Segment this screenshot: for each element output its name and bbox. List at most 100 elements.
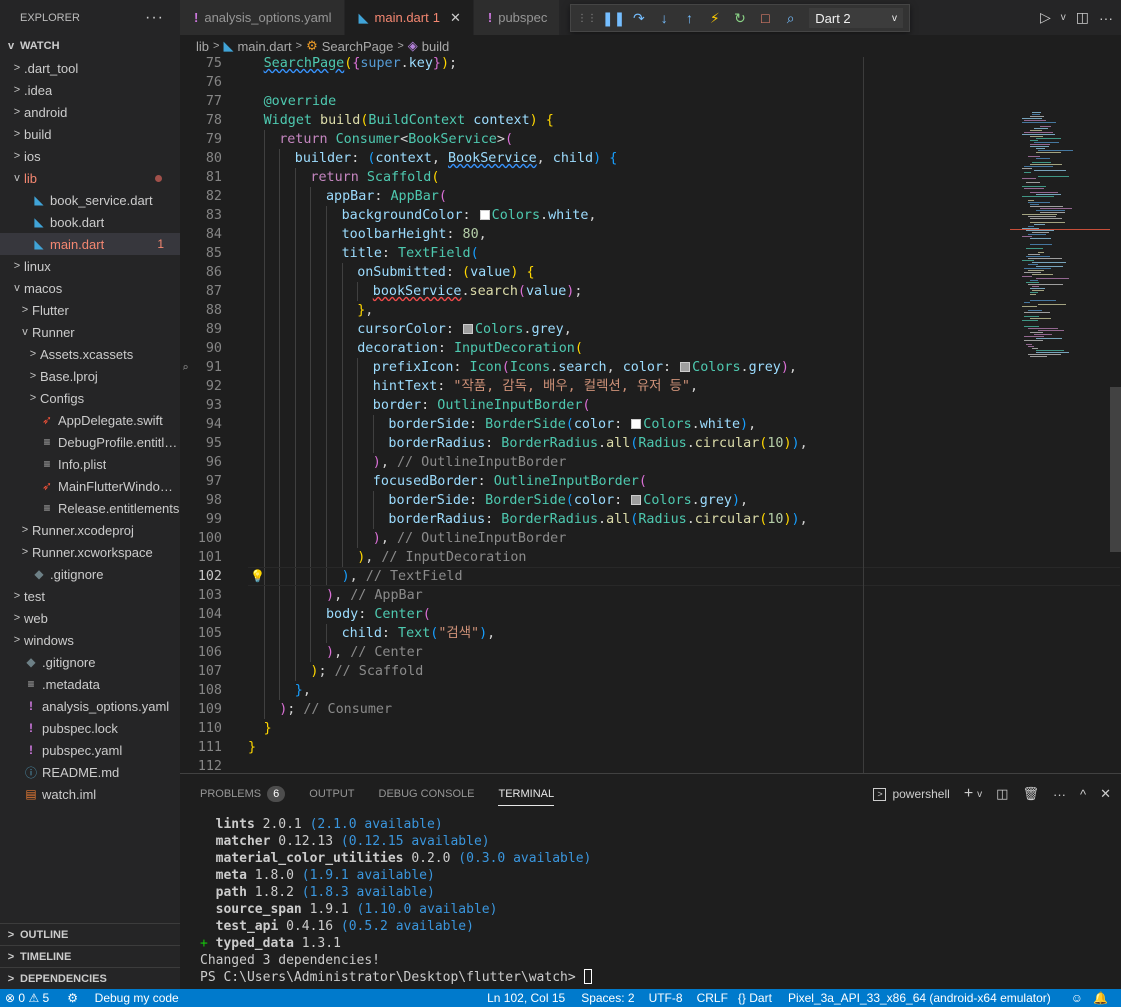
drag-handle-icon[interactable]: ⋮⋮ [577,13,597,24]
code-line[interactable]: 105 child: Text("검색"), [180,624,1010,643]
split-terminal-icon[interactable]: ◫ [996,786,1008,802]
breadcrumb-item[interactable]: main.dart [237,39,291,54]
devtools-icon[interactable]: ⌕ [778,7,803,29]
scrollbar-thumb[interactable] [1110,387,1121,552]
code-line[interactable]: 84 toolbarHeight: 80, [180,225,1010,244]
close-icon[interactable]: ✕ [1100,786,1111,802]
breadcrumb-item[interactable]: build [422,39,449,54]
tree-item[interactable]: ◆ .gitignore [0,651,180,673]
step-into-icon[interactable]: ↓ [652,7,677,29]
code-line[interactable]: 76 [180,73,1010,92]
maximize-panel-icon[interactable]: ^ [1080,787,1086,802]
code-line[interactable]: 103), // AppBar [180,586,1010,605]
code-editor[interactable]: 75 SearchPage({super.key}); 76 77 @override 7… [180,57,1121,773]
code-line[interactable]: 111} [180,738,1010,757]
lightbulb-icon[interactable]: 💡 [250,567,265,586]
problems-status[interactable]: ⊗ 0 ⚠ 5 [0,989,54,1007]
tree-item[interactable]: > test [0,585,180,607]
tab-analysis-options[interactable]: ! analysis_options.yaml [180,0,345,35]
code-line[interactable]: 112 [180,757,1010,773]
encoding[interactable]: UTF-8 [644,989,688,1007]
tab-output[interactable]: OUTPUT [309,774,354,814]
dependencies-section[interactable]: > DEPENDENCIES [0,967,180,989]
chevron-down-icon[interactable]: v [977,789,982,800]
code-line[interactable]: 82 appBar: AppBar( [180,187,1010,206]
tab-problems[interactable]: PROBLEMS 6 [200,774,286,814]
language-mode[interactable]: {} Dart [733,989,777,1007]
code-line[interactable]: 91 prefixIcon: Icon(Icons.search, color: … [180,358,1010,377]
tree-item[interactable]: ! analysis_options.yaml [0,695,180,717]
debug-status[interactable]: ⚙ Debug my code [62,989,183,1007]
stop-icon[interactable]: □ [753,7,778,29]
code-line[interactable]: 79 return Consumer<BookService>( [180,130,1010,149]
tree-item[interactable]: ➶ AppDelegate.swift [0,409,180,431]
tree-item[interactable]: > Assets.xcassets [0,343,180,365]
code-line[interactable]: 107); // Scaffold [180,662,1010,681]
tree-item[interactable]: v Runner [0,321,180,343]
chevron-down-icon[interactable]: v [1061,12,1066,23]
terminal-output[interactable]: lints 2.0.1 (2.1.0 available) matcher 0.… [200,816,592,986]
tree-item[interactable]: v lib [0,167,180,189]
tree-item[interactable]: ≡ Info.plist [0,453,180,475]
tab-debug-console[interactable]: DEBUG CONSOLE [379,774,475,814]
tree-item[interactable]: > .dart_tool [0,57,180,79]
tree-item[interactable]: ◣ book_service.dart [0,189,180,211]
terminal-shell-selector[interactable]: > powershell [873,787,950,801]
end-of-line[interactable]: CRLF [692,989,733,1007]
code-line[interactable]: 78 Widget build(BuildContext context) { [180,111,1010,130]
tree-item[interactable]: > linux [0,255,180,277]
tree-item[interactable]: ⓘ README.md [0,761,180,783]
code-line[interactable]: 99 borderRadius: BorderRadius.all(Radius.… [180,510,1010,529]
code-line[interactable]: 98 borderSide: BorderSide(color: Colors.g… [180,491,1010,510]
code-line[interactable]: 104 body: Center( [180,605,1010,624]
new-terminal-icon[interactable]: + [964,785,973,803]
code-line[interactable]: 97 focusedBorder: OutlineInputBorder( [180,472,1010,491]
code-line[interactable]: 89 cursorColor: Colors.grey, [180,320,1010,339]
code-line[interactable]: 90 decoration: InputDecoration( [180,339,1010,358]
tree-item[interactable]: ➶ MainFlutterWindow.s... [0,475,180,497]
tree-item[interactable]: ≡ Release.entitlements [0,497,180,519]
terminal-prompt-line[interactable]: PS C:\Users\Administrator\Desktop\flutte… [200,969,592,986]
tree-item[interactable]: ! pubspec.lock [0,717,180,739]
tree-item[interactable]: > ios [0,145,180,167]
tab-terminal[interactable]: TERMINAL [498,774,554,814]
code-line[interactable]: 96), // OutlineInputBorder [180,453,1010,472]
workspace-section[interactable]: v WATCH [0,35,180,57]
timeline-section[interactable]: > TIMELINE [0,945,180,967]
code-line[interactable]: 77 @override [180,92,1010,111]
code-line[interactable]: 85 title: TextField( [180,244,1010,263]
minimap[interactable] [1010,57,1110,773]
code-lines[interactable]: 75 SearchPage({super.key}); 76 77 @override 7… [180,57,1120,773]
tree-item[interactable]: > android [0,101,180,123]
cursor-position[interactable]: Ln 102, Col 15 [482,989,570,1007]
split-editor-icon[interactable]: ◫ [1076,9,1089,26]
step-over-icon[interactable]: ↷ [626,7,651,29]
code-line[interactable]: 110} [180,719,1010,738]
code-line[interactable]: 101), // InputDecoration [180,548,1010,567]
tree-item[interactable]: > web [0,607,180,629]
pause-icon[interactable]: ❚❚ [601,7,626,29]
tree-item[interactable]: ≡ DebugProfile.entitle... [0,431,180,453]
tree-item[interactable]: > windows [0,629,180,651]
trash-icon[interactable]: 🗑 [1022,786,1039,802]
tree-item[interactable]: ▤ watch.iml [0,783,180,805]
tree-item[interactable]: > Runner.xcworkspace [0,541,180,563]
device-selector[interactable]: Pixel_3a_API_33_x86_64 (android-x64 emul… [783,989,1056,1007]
code-line[interactable]: 93 border: OutlineInputBorder( [180,396,1010,415]
code-line[interactable]: 87 bookService.search(value); [180,282,1010,301]
tree-item[interactable]: v macos [0,277,180,299]
debug-target-select[interactable]: Dart 2 v [809,8,903,28]
code-line[interactable]: 83 backgroundColor: Colors.white, [180,206,1010,225]
tree-item[interactable]: ◣ main.dart 1 [0,233,180,255]
tree-item[interactable]: ◣ book.dart [0,211,180,233]
code-line[interactable]: 109); // Consumer [180,700,1010,719]
code-line[interactable]: 75 SearchPage({super.key}); [180,57,1010,73]
tree-item[interactable]: > Base.lproj [0,365,180,387]
tree-item[interactable]: > Configs [0,387,180,409]
code-line[interactable]: 95 borderRadius: BorderRadius.all(Radius.… [180,434,1010,453]
code-line[interactable]: 102), // TextField 💡 [180,567,1120,586]
restart-icon[interactable]: ↻ [727,7,752,29]
tree-item[interactable]: ◆ .gitignore [0,563,180,585]
indentation[interactable]: Spaces: 2 [576,989,639,1007]
code-line[interactable]: 108}, [180,681,1010,700]
